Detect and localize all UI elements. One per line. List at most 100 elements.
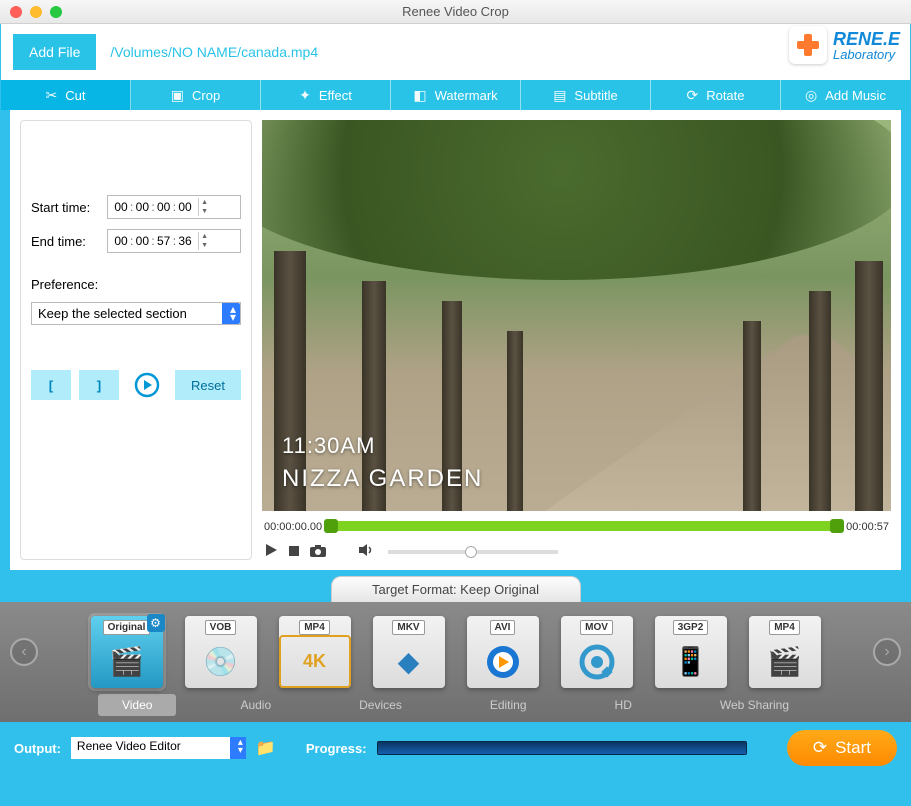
spinner-icon[interactable]: ▲▼ <box>198 232 210 250</box>
overlay-time: 11:30AM <box>282 433 375 459</box>
format-card-mkv[interactable]: MKV ◆ <box>373 616 445 688</box>
format-badge: Original <box>103 620 151 635</box>
category-audio[interactable]: Audio <box>216 694 295 716</box>
tab-crop-label: Crop <box>192 88 220 103</box>
film-icon: 🎬 <box>749 635 821 688</box>
tab-cut[interactable]: ✂ Cut <box>1 80 131 110</box>
play-button[interactable] <box>264 543 278 560</box>
progress-label: Progress: <box>306 741 367 756</box>
timeline-handle-end[interactable] <box>830 519 844 533</box>
volume-slider[interactable] <box>388 550 558 554</box>
volume-button[interactable] <box>358 543 374 560</box>
stop-icon <box>288 545 300 557</box>
quicktime-icon <box>561 635 633 688</box>
category-devices[interactable]: Devices <box>335 694 426 716</box>
tab-subtitle[interactable]: ▤ Subtitle <box>521 80 651 110</box>
category-editing[interactable]: Editing <box>466 694 551 716</box>
tab-rotate-label: Rotate <box>706 88 744 103</box>
tab-subtitle-label: Subtitle <box>574 88 617 103</box>
end-time-input[interactable]: 00: 00: 57: 36 ▲▼ <box>107 229 241 253</box>
mark-out-button[interactable]: ] <box>79 370 119 400</box>
scissors-icon: ✂ <box>46 87 58 104</box>
start-time-input[interactable]: 00: 00: 00: 00 ▲▼ <box>107 195 241 219</box>
4k-icon: 4K <box>279 635 351 688</box>
video-preview[interactable]: 11:30AM NIZZA GARDEN <box>262 120 891 511</box>
film-icon: 🎬 <box>91 635 163 688</box>
output-label: Output: <box>14 741 61 756</box>
mark-in-button[interactable]: [ <box>31 370 71 400</box>
output-select[interactable]: Renee Video Editor ▴▾ <box>71 737 246 759</box>
droplet-icon: ◧ <box>413 87 426 104</box>
output-value: Renee Video Editor <box>77 739 181 753</box>
format-card-avi[interactable]: AVI <box>467 616 539 688</box>
format-card-mov[interactable]: MOV <box>561 616 633 688</box>
format-badge: VOB <box>205 620 237 635</box>
snapshot-button[interactable] <box>310 544 326 560</box>
format-badge: MP4 <box>769 620 800 635</box>
start-button[interactable]: ⟳ Start <box>787 730 897 766</box>
category-hd[interactable]: HD <box>591 694 656 716</box>
play-icon <box>264 543 278 557</box>
carousel-next-button[interactable]: › <box>873 638 901 666</box>
end-time-label: End time: <box>31 234 101 249</box>
target-format-header: Target Format: Keep Original <box>331 576 581 602</box>
plus-icon <box>797 34 819 56</box>
carousel-prev-button[interactable]: ‹ <box>10 638 38 666</box>
folder-icon[interactable]: 📁 <box>256 738 276 758</box>
crop-icon: ▣ <box>171 87 184 104</box>
logo-line2: Laboratory <box>833 48 900 61</box>
play-circle-icon <box>134 372 160 398</box>
format-badge: AVI <box>490 620 516 635</box>
refresh-icon: ⟳ <box>813 738 827 758</box>
gear-icon[interactable]: ⚙ <box>147 614 165 632</box>
phone-icon: 📱 <box>655 635 727 688</box>
format-card-mp4[interactable]: MP4 🎬 <box>749 616 821 688</box>
timeline-start-label: 00:00:00.00 <box>264 521 322 533</box>
format-card-mp4-4k[interactable]: MP4 4K <box>279 616 351 688</box>
timeline-handle-start[interactable] <box>324 519 338 533</box>
file-path: /Volumes/NO NAME/canada.mp4 <box>110 44 318 60</box>
cut-panel: Start time: 00: 00: 00: 00 ▲▼ End time: … <box>20 120 252 560</box>
timeline-track[interactable] <box>328 519 840 535</box>
camera-icon <box>310 545 326 557</box>
format-card-original[interactable]: ⚙ Original 🎬 <box>91 616 163 688</box>
reset-button[interactable]: Reset <box>175 370 241 400</box>
tab-cut-label: Cut <box>65 88 85 103</box>
maximize-window-button[interactable] <box>50 6 62 18</box>
subtitle-icon: ▤ <box>553 87 566 104</box>
tab-effect[interactable]: ✦ Effect <box>261 80 391 110</box>
tab-watermark[interactable]: ◧Watermark <box>391 80 521 110</box>
tab-rotate[interactable]: ⟳ Rotate <box>651 80 781 110</box>
preference-label: Preference: <box>31 277 241 292</box>
category-web[interactable]: Web Sharing <box>696 694 813 716</box>
minimize-window-button[interactable] <box>30 6 42 18</box>
header-bar: Add File /Volumes/NO NAME/canada.mp4 REN… <box>1 24 910 80</box>
workspace: Start time: 00: 00: 00: 00 ▲▼ End time: … <box>10 110 901 570</box>
preview-play-button[interactable] <box>127 370 167 400</box>
add-file-button[interactable]: Add File <box>13 34 96 70</box>
tab-effect-label: Effect <box>319 88 352 103</box>
overlay-location: NIZZA GARDEN <box>282 465 483 493</box>
preference-select[interactable]: Keep the selected section ▴▾ <box>31 302 241 325</box>
start-button-label: Start <box>835 738 871 758</box>
stop-button[interactable] <box>288 544 300 560</box>
brand-logo: RENE.E Laboratory <box>789 26 900 64</box>
format-card-3gp2[interactable]: 3GP2 📱 <box>655 616 727 688</box>
close-window-button[interactable] <box>10 6 22 18</box>
footer-bar: Output: Renee Video Editor ▴▾ 📁 Progress… <box>0 722 911 774</box>
category-video[interactable]: Video <box>98 694 176 716</box>
chevron-updown-icon: ▴▾ <box>238 739 243 755</box>
sparkle-icon: ✦ <box>299 87 311 104</box>
main-toolbar: ✂Cut ▣Crop ✦Effect ◧Watermark ▤Subtitle … <box>1 80 910 110</box>
tab-add-music[interactable]: ◎Add Music <box>781 80 910 110</box>
rotate-icon: ⟳ <box>686 87 698 104</box>
format-section: Target Format: Keep Original ‹ ⚙ Origina… <box>0 576 911 722</box>
preview-area: 11:30AM NIZZA GARDEN 00:00:00.00 00:00:5… <box>262 120 891 560</box>
format-card-vob[interactable]: VOB 💿 <box>185 616 257 688</box>
spinner-icon[interactable]: ▲▼ <box>198 198 210 216</box>
matroska-icon: ◆ <box>373 635 445 688</box>
window-title: Renee Video Crop <box>0 4 911 19</box>
volume-thumb[interactable] <box>465 546 477 558</box>
tab-crop[interactable]: ▣ Crop <box>131 80 261 110</box>
volume-icon <box>358 543 374 557</box>
